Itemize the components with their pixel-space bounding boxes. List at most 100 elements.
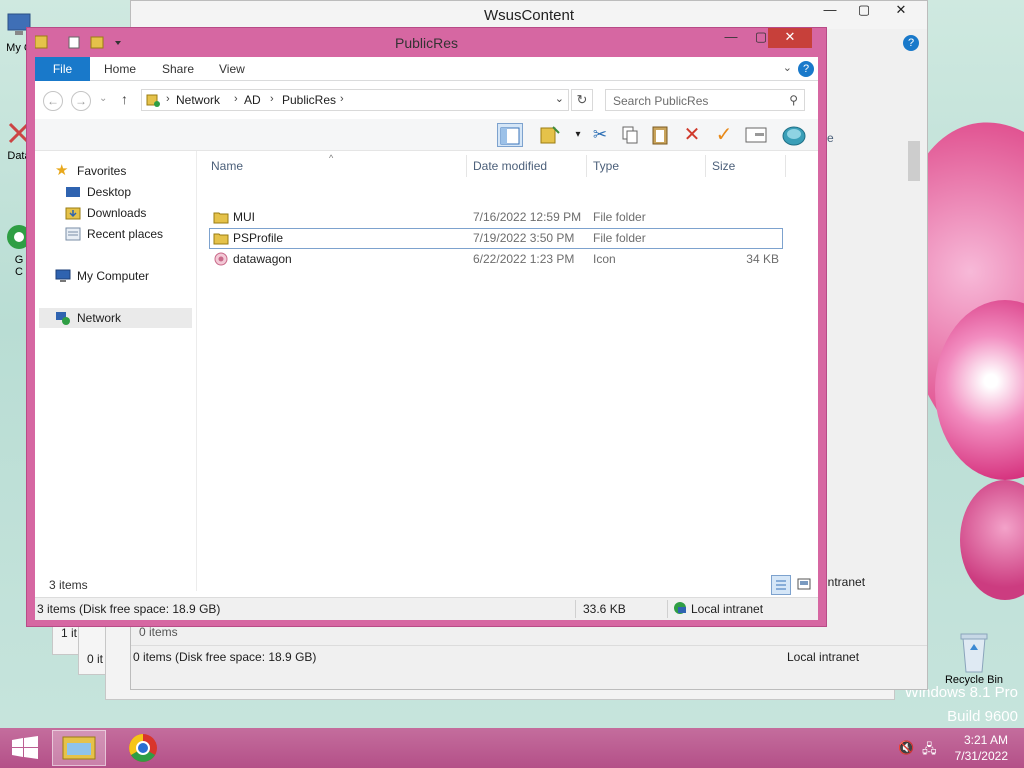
window-title: PublicRes [394, 35, 459, 51]
network-globe-icon[interactable] [781, 123, 807, 147]
breadcrumb-separator-icon[interactable]: › [166, 93, 170, 105]
breadcrumb-separator-icon[interactable]: › [340, 93, 344, 105]
column-name[interactable]: Name ^ [205, 153, 467, 177]
status-bar: 0 items (Disk free space: 18.9 GB) Local… [131, 645, 927, 669]
copy-icon[interactable] [617, 123, 643, 147]
search-input[interactable]: Search PublicRes ⚲ [605, 89, 805, 111]
file-date: 6/22/2022 1:23 PM [473, 252, 575, 266]
network-tray-icon[interactable]: 🖧 [922, 740, 937, 762]
search-placeholder: Search PublicRes [613, 94, 709, 108]
address-bar[interactable]: › Network › AD › PublicRes › ⌄ [141, 89, 569, 111]
help-icon[interactable]: ? [903, 35, 919, 51]
address-row: ← → ⌄ ↑ › Network › AD › PublicRes › ⌄ ↻… [35, 81, 818, 119]
window-titlebar[interactable]: PublicRes — ▢ ✕ [27, 28, 826, 57]
breadcrumb-separator-icon[interactable]: › [270, 93, 274, 105]
nav-label: My Computer [77, 269, 150, 283]
file-size: 34 KB [746, 252, 779, 266]
close-button[interactable]: ✕ [883, 1, 919, 21]
expand-ribbon-icon[interactable]: ⌄ [783, 61, 792, 74]
clock[interactable]: 3:21 AM 7/31/2022 [955, 732, 1008, 764]
recent-locations-icon[interactable]: ⌄ [99, 93, 107, 104]
file-name: MUI [233, 210, 255, 224]
large-icons-view-icon[interactable] [795, 575, 815, 595]
maximize-button[interactable]: ▢ [849, 1, 879, 21]
star-icon: ★ [55, 162, 69, 179]
delete-icon[interactable]: ✕ [679, 123, 705, 147]
back-button[interactable]: ← [43, 91, 63, 111]
breadcrumb-ad[interactable]: AD [244, 93, 261, 107]
file-type: File folder [593, 210, 646, 224]
breadcrumb-separator-icon[interactable]: › [234, 93, 238, 105]
file-type: File folder [593, 231, 646, 245]
cut-icon[interactable]: ✂ [587, 123, 613, 147]
status-zone: Local intranet [787, 650, 860, 664]
tab-file[interactable]: File [35, 57, 90, 81]
status-zone: intranet [825, 575, 866, 589]
nav-desktop[interactable]: Desktop [65, 182, 131, 202]
paste-icon[interactable] [647, 123, 673, 147]
taskbar: 🔇 🖧 3:21 AM 7/31/2022 [0, 728, 1024, 768]
forward-button[interactable]: → [71, 91, 91, 111]
tab-view[interactable]: View [205, 57, 259, 81]
explorer-content: File Home Share View ⌄ ? ← → ⌄ ↑ › Netwo… [35, 57, 818, 620]
details-view-icon[interactable] [771, 575, 791, 595]
search-icon[interactable]: ⚲ [789, 93, 798, 107]
nav-label: Recent places [87, 227, 164, 241]
file-row[interactable]: MUI 7/16/2022 12:59 PM File folder [209, 207, 783, 228]
tab-share[interactable]: Share [148, 57, 208, 81]
nav-label: Downloads [87, 206, 147, 220]
file-date: 7/19/2022 3:50 PM [473, 231, 575, 245]
computer-icon [55, 268, 71, 284]
desktop-icon [65, 184, 81, 200]
window-titlebar[interactable]: WsusContent — ▢ ✕ [131, 1, 927, 29]
volume-muted-icon[interactable]: 🔇 [898, 740, 914, 756]
status-zone: Local intranet [691, 602, 764, 616]
nav-my-computer[interactable]: My Computer [55, 266, 149, 286]
preview-pane-icon[interactable] [497, 123, 523, 147]
minimize-button[interactable]: — [815, 1, 845, 21]
network-icon [55, 310, 71, 326]
publicres-window[interactable]: PublicRes — ▢ ✕ File Home Share View ⌄ ?… [26, 27, 827, 627]
file-date: 7/16/2022 12:59 PM [473, 210, 582, 224]
properties-icon[interactable] [537, 123, 563, 147]
minimize-button[interactable]: — [716, 28, 746, 48]
file-type: Icon [593, 252, 616, 266]
up-arrow-icon[interactable]: ↑ [121, 91, 128, 107]
taskbar-chrome[interactable] [116, 730, 170, 766]
select-all-icon[interactable] [743, 123, 769, 147]
start-button[interactable] [0, 730, 54, 766]
address-dropdown-icon[interactable]: ⌄ [555, 92, 564, 105]
status-size: 33.6 KB [583, 602, 626, 616]
status-disk: 0 items (Disk free space: 18.9 GB) [133, 650, 317, 664]
nav-downloads[interactable]: Downloads [65, 203, 146, 223]
scrollbar-thumb[interactable] [908, 141, 920, 181]
column-size[interactable]: Size [706, 155, 786, 177]
column-date-modified[interactable]: Date modified [467, 155, 587, 177]
status-items: 1 it [61, 626, 78, 640]
scrollbar[interactable] [907, 137, 921, 541]
navigation-pane: ★ Favorites Desktop Downloads Recent pla… [35, 151, 197, 591]
nav-recent-places[interactable]: Recent places [65, 224, 163, 244]
status-divider [667, 600, 668, 618]
breadcrumb-publicres[interactable]: PublicRes [282, 93, 336, 107]
nav-network[interactable]: Network [39, 308, 192, 328]
icon-file-icon [213, 251, 229, 270]
recycle-bin-icon [957, 630, 991, 674]
clock-date: 7/31/2022 [954, 749, 1008, 763]
nav-label: Desktop [87, 185, 132, 199]
refresh-icon[interactable]: ↻ [571, 89, 593, 111]
network-folder-icon [146, 93, 160, 107]
file-row[interactable]: datawagon 6/22/2022 1:23 PM Icon 34 KB [209, 249, 783, 270]
nav-favorites[interactable]: ★ Favorites [55, 161, 126, 181]
close-button[interactable]: ✕ [768, 28, 812, 48]
tab-home[interactable]: Home [90, 57, 150, 81]
breadcrumb-network[interactable]: Network [176, 93, 220, 107]
desktop-icon-recycle-bin[interactable]: Recycle Bin [944, 630, 1004, 686]
column-type[interactable]: Type [587, 155, 706, 177]
taskbar-file-explorer[interactable] [52, 730, 106, 766]
sort-ascending-icon: ^ [329, 153, 334, 163]
rename-icon[interactable]: ✓ [711, 123, 737, 147]
nav-label: Network [77, 311, 122, 325]
file-row-selected[interactable]: PSProfile 7/19/2022 3:50 PM File folder [209, 228, 783, 249]
help-icon[interactable]: ? [798, 61, 814, 77]
